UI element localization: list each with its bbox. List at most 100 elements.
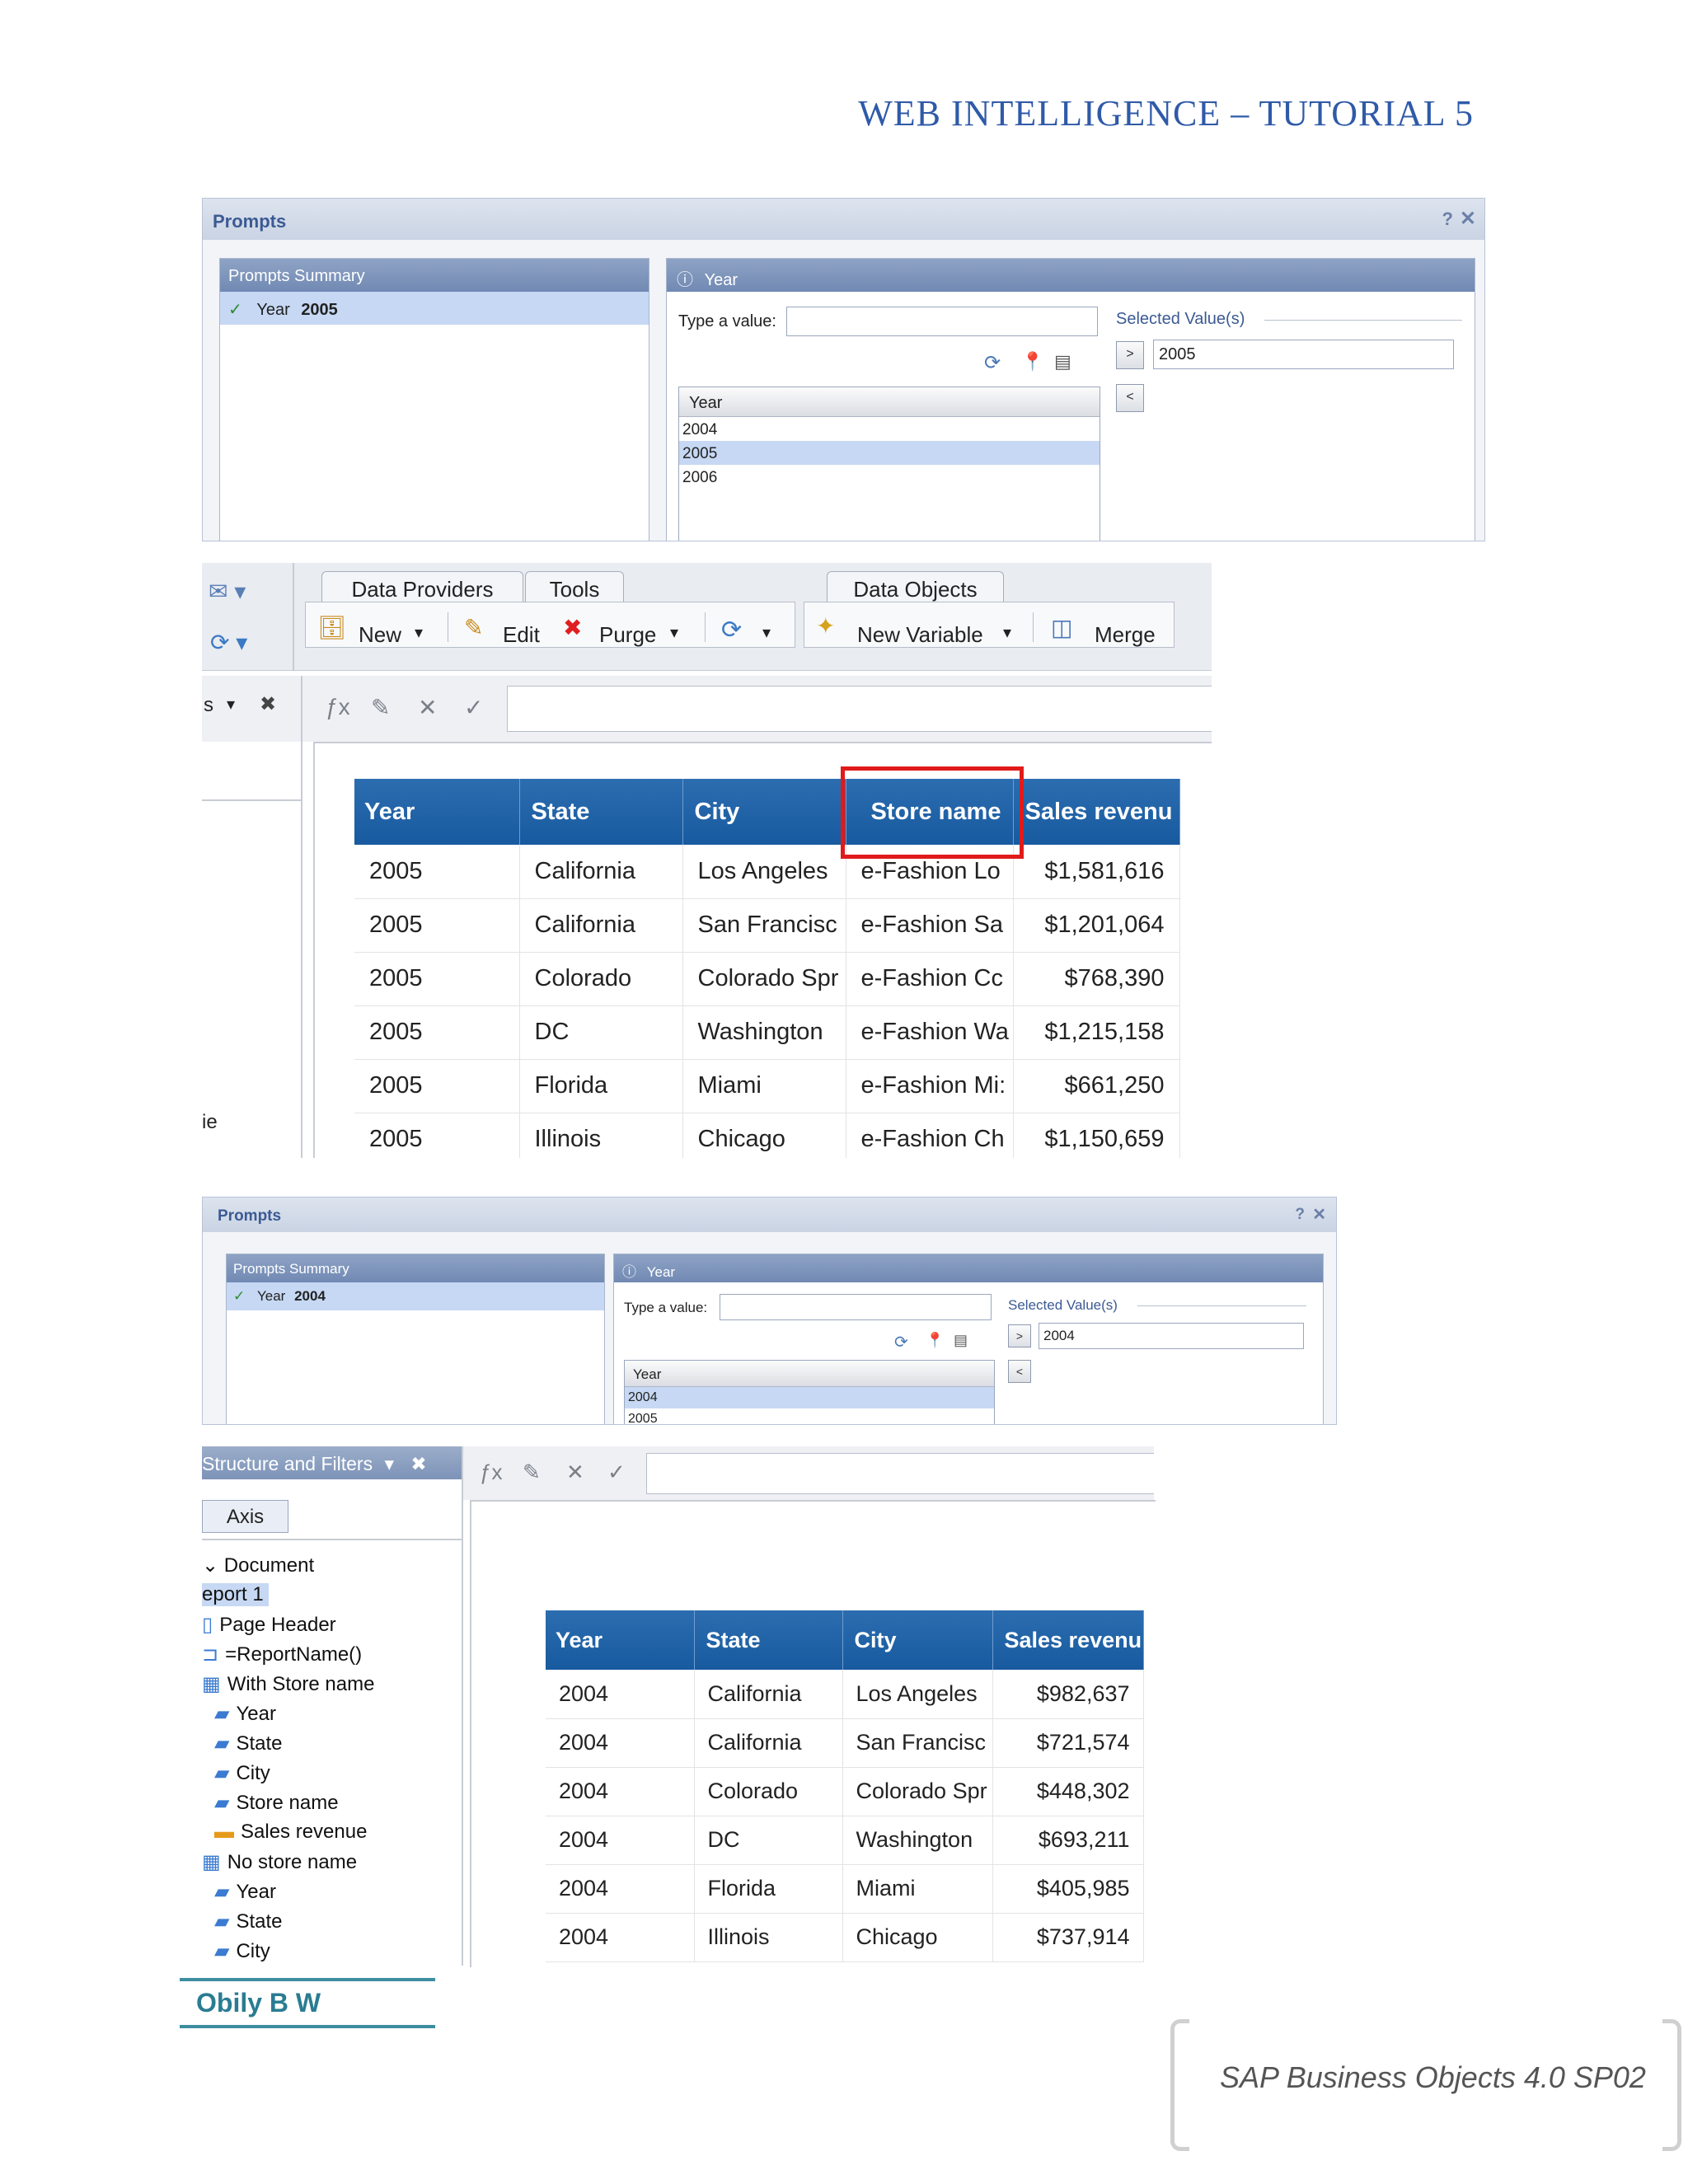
new-variable-button[interactable]: New Variable [857, 622, 983, 648]
tab-tools[interactable]: Tools [525, 571, 624, 602]
divider [202, 1539, 462, 1540]
type-value-input[interactable] [786, 307, 1098, 336]
tree-item[interactable]: ▰ City [214, 1939, 270, 1963]
view-icon[interactable]: ▤ [1054, 351, 1071, 373]
new-button[interactable]: New [359, 622, 401, 648]
tree-item[interactable]: ▰ Year [214, 1702, 276, 1726]
cell-icon: ⊐ [202, 1643, 219, 1666]
prompt-info-icon: ⓘ [677, 271, 693, 289]
validate-icon[interactable]: ✓ [607, 1460, 626, 1485]
bracket-right [1662, 2019, 1681, 2151]
chevron-down-icon[interactable]: ▾ [227, 694, 235, 715]
close-icon[interactable]: ✖ [260, 692, 276, 716]
cell: Los Angeles [842, 1670, 993, 1719]
pin-icon[interactable]: 📍 [926, 1332, 944, 1349]
column-header[interactable]: State [694, 1610, 843, 1670]
tree-item[interactable]: ▰ State [214, 1910, 283, 1933]
refresh-icon[interactable]: ⟳ ▾ [210, 629, 247, 656]
year-option[interactable]: 2005 [679, 441, 1100, 465]
close-icon[interactable]: ✕ [1460, 207, 1476, 231]
cell: $1,215,158 [1013, 1005, 1180, 1060]
column-header[interactable]: City [842, 1610, 993, 1670]
year-option[interactable]: 2005 [625, 1408, 994, 1424]
year-option[interactable]: 2004 [679, 417, 1100, 441]
cancel-icon[interactable]: ✕ [566, 1460, 584, 1485]
type-value-input[interactable] [720, 1294, 992, 1320]
view-icon[interactable]: ▤ [954, 1332, 968, 1349]
cell: California [694, 1670, 843, 1719]
variable-icon[interactable]: ✎ [371, 694, 390, 721]
tree-item[interactable]: ▰ State [214, 1732, 283, 1755]
merge-button[interactable]: Merge [1095, 622, 1156, 648]
column-header[interactable]: State [519, 779, 683, 845]
help-icon[interactable]: ? [1295, 1206, 1305, 1224]
pin-icon[interactable]: 📍 [1021, 351, 1043, 373]
chevron-down-icon[interactable]: ▾ [384, 1453, 394, 1474]
tree-item[interactable]: ⊐ =ReportName() [202, 1643, 362, 1666]
selected-value-field[interactable]: 2004 [1039, 1323, 1304, 1349]
selected-value-field[interactable]: 2005 [1153, 340, 1454, 369]
year-option[interactable]: 2004 [625, 1387, 994, 1408]
dimension-icon: ▰ [214, 1881, 230, 1903]
check-icon: ✓ [228, 301, 242, 319]
side-panel-text: ie [202, 1111, 218, 1133]
purge-button[interactable]: Purge [599, 622, 656, 648]
tree-item[interactable]: ▰ Store name [214, 1791, 339, 1815]
tree-item[interactable]: ▦ With Store name [202, 1672, 374, 1696]
remove-value-button[interactable]: < [1116, 384, 1144, 412]
variable-icon[interactable]: ✎ [523, 1460, 541, 1485]
cell: 2005 [354, 898, 520, 953]
tree-item[interactable]: ▰ Year [214, 1880, 276, 1904]
prompt-info-icon: ⓘ [622, 1264, 636, 1280]
remove-value-button[interactable]: < [1008, 1360, 1031, 1383]
chevron-down-icon[interactable]: ▾ [762, 622, 771, 643]
column-header[interactable]: City [682, 779, 846, 845]
column-header[interactable]: Sales revenu [992, 1610, 1144, 1670]
summary-item[interactable]: ✓ Year 2005 [220, 292, 649, 325]
formula-icon[interactable]: ƒx [326, 694, 350, 720]
axis-tab[interactable]: Axis [202, 1500, 288, 1533]
tab-data-objects[interactable]: Data Objects [827, 571, 1004, 602]
column-header[interactable]: Sales revenu [1013, 779, 1180, 845]
close-icon[interactable]: ✕ [1312, 1204, 1326, 1225]
tree-item[interactable]: ⌄ Document [202, 1554, 314, 1577]
summary-item[interactable]: ✓ Year 2004 [227, 1282, 604, 1310]
add-value-button[interactable]: > [1008, 1324, 1031, 1347]
measure-icon: ▬ [214, 1821, 234, 1843]
formula-input[interactable] [507, 686, 1212, 732]
mail-icon[interactable]: ✉ ▾ [209, 578, 246, 605]
chevron-down-icon[interactable]: ▾ [670, 622, 678, 643]
refresh-icon[interactable]: ⟳ [894, 1332, 908, 1352]
tree-item-selected[interactable]: eport 1 [202, 1583, 269, 1606]
validate-icon[interactable]: ✓ [464, 694, 483, 721]
column-header[interactable]: Year [546, 1610, 695, 1670]
cell: 2004 [546, 1913, 695, 1962]
cell: 2004 [546, 1864, 695, 1914]
year-option[interactable]: 2006 [679, 465, 1100, 489]
cancel-icon[interactable]: ✕ [418, 694, 437, 721]
chevron-down-icon[interactable]: ▾ [1003, 622, 1011, 643]
formula-input[interactable] [646, 1453, 1154, 1494]
column-header[interactable]: Year [354, 779, 520, 845]
tab-data-providers[interactable]: Data Providers [321, 571, 523, 602]
chevron-down-icon[interactable]: ▾ [415, 622, 423, 643]
cell: Washington [682, 1005, 846, 1060]
cell: $448,302 [992, 1767, 1144, 1816]
add-value-button[interactable]: > [1116, 341, 1144, 369]
structure-title: Structure and Filters [202, 1453, 373, 1474]
refresh-data-icon[interactable]: ⟳ [721, 616, 742, 644]
close-icon[interactable]: ✖ [410, 1453, 426, 1474]
tree-item[interactable]: ▦ No store name [202, 1850, 357, 1874]
edit-button[interactable]: Edit [503, 622, 540, 648]
tree-item[interactable]: ▯ Page Header [202, 1613, 336, 1637]
tree-item[interactable]: ▬ Sales revenue [214, 1821, 367, 1844]
help-icon[interactable]: ? [1442, 209, 1453, 230]
document-title: WEB INTELLIGENCE – TUTORIAL 5 [858, 93, 1474, 134]
dimension-icon: ▰ [214, 1792, 230, 1814]
tree-item[interactable]: ▰ City [214, 1761, 270, 1785]
cell: Florida [694, 1864, 843, 1914]
refresh-icon[interactable]: ⟳ [984, 351, 1001, 375]
formula-icon[interactable]: ƒx [480, 1460, 502, 1485]
sales-table-2005: Year State City Store name Sales revenu … [354, 779, 1180, 1158]
cell: 2004 [546, 1670, 695, 1719]
